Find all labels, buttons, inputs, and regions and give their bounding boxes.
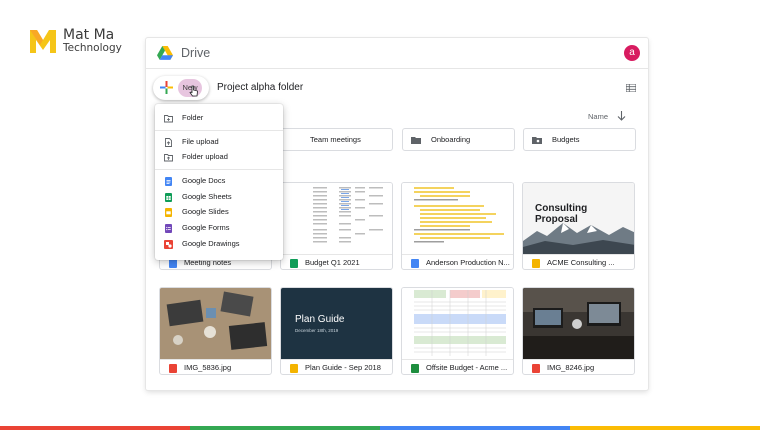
- file-card-footer: Plan Guide - Sep 2018: [281, 359, 392, 374]
- forms-icon: [165, 224, 172, 233]
- folder-budgets[interactable]: Budgets: [523, 128, 636, 151]
- menu-item-label: Google Slides: [182, 207, 229, 216]
- new-folder-icon: [164, 115, 173, 123]
- list-view-icon[interactable]: [626, 84, 636, 92]
- menu-divider: [155, 169, 283, 170]
- sheets-icon: [290, 259, 298, 268]
- bottom-color-strip: [0, 426, 760, 430]
- image-icon: [532, 364, 540, 373]
- file-card-footer: ACME Consulting ...: [523, 254, 634, 269]
- drive-top-bar: Drive a: [146, 38, 648, 69]
- photo-thumbnail: [160, 288, 271, 359]
- file-upload-icon: [165, 138, 172, 147]
- file-name: Offsite Budget - Acme ...: [426, 363, 508, 372]
- file-name: ACME Consulting ...: [547, 258, 615, 267]
- menu-item-label: Google Drawings: [182, 239, 240, 248]
- new-button[interactable]: New: [153, 76, 209, 100]
- file-name: Anderson Production N...: [426, 258, 510, 267]
- brand-subtitle: Technology: [63, 41, 122, 54]
- menu-divider: [155, 130, 283, 131]
- file-card-footer: IMG_8246.jpg: [523, 359, 634, 374]
- sort-by-name[interactable]: Name: [588, 112, 608, 121]
- menu-item-label: Folder upload: [182, 152, 228, 161]
- drive-logo-icon: [157, 46, 173, 60]
- spreadsheet-thumbnail: [281, 183, 392, 254]
- file-card-footer: Offsite Budget - Acme ...: [402, 359, 513, 374]
- menu-item-label: File upload: [182, 137, 219, 146]
- docs-icon: [165, 177, 172, 186]
- presentation-thumbnail: Plan Guide December 18th, 2019: [281, 288, 392, 359]
- docs-icon: [411, 259, 419, 268]
- account-avatar[interactable]: a: [624, 45, 640, 61]
- menu-item-google-drawings[interactable]: Google Drawings: [155, 237, 283, 252]
- file-card-plan-guide[interactable]: Plan Guide December 18th, 2019 Plan Guid…: [280, 287, 393, 375]
- file-name: Budget Q1 2021: [305, 258, 360, 267]
- folder-icon: [411, 137, 421, 144]
- folder-upload-icon: [164, 154, 173, 162]
- menu-item-label: Google Sheets: [182, 192, 232, 201]
- folder-label: Onboarding: [431, 135, 471, 144]
- brand-text: Mat Ma Technology: [63, 26, 122, 55]
- image-icon: [169, 364, 177, 373]
- folder-onboarding[interactable]: Onboarding: [402, 128, 515, 151]
- menu-item-label: Google Docs: [182, 176, 226, 185]
- current-folder-title: Project alpha folder: [217, 82, 304, 93]
- arrow-down-icon[interactable]: [617, 111, 626, 121]
- menu-item-label: Folder: [182, 113, 204, 122]
- folder-label: Team meetings: [310, 135, 361, 144]
- excel-icon: [411, 364, 419, 373]
- file-card-offsite-budget[interactable]: Offsite Budget - Acme ...: [401, 287, 514, 375]
- brand: Mat Ma Technology: [28, 26, 122, 56]
- menu-item-folder-upload[interactable]: Folder upload: [155, 150, 283, 165]
- file-name: IMG_8246.jpg: [547, 363, 595, 372]
- file-card-acme-consulting[interactable]: Consulting Proposal ACME Consulting ...: [522, 182, 635, 270]
- menu-item-google-forms[interactable]: Google Forms: [155, 221, 283, 236]
- plus-icon: [160, 81, 173, 94]
- hand-cursor-icon: [189, 85, 198, 97]
- file-card-img-8246[interactable]: IMG_8246.jpg: [522, 287, 635, 375]
- menu-item-google-sheets[interactable]: Google Sheets: [155, 190, 283, 205]
- photo-thumbnail: [523, 288, 634, 359]
- plan-guide-date: December 18th, 2019: [295, 328, 339, 333]
- spreadsheet-thumbnail: [402, 288, 513, 359]
- slides-icon: [290, 364, 298, 373]
- brand-name: Mat Ma: [63, 26, 115, 43]
- menu-item-google-docs[interactable]: Google Docs: [155, 174, 283, 189]
- plan-guide-title: Plan Guide: [295, 314, 345, 325]
- drive-title: Drive: [181, 46, 211, 60]
- new-dropdown-menu: Folder File upload Folder upload Google …: [155, 104, 283, 260]
- file-card-anderson-production[interactable]: Anderson Production N...: [401, 182, 514, 270]
- folder-team-meetings[interactable]: Team meetings: [281, 128, 393, 151]
- file-card-budget-q1[interactable]: Budget Q1 2021: [280, 182, 393, 270]
- mat-ma-logo-icon: [30, 30, 56, 53]
- menu-item-folder[interactable]: Folder: [155, 111, 283, 126]
- file-card-img-5836[interactable]: IMG_5836.jpg: [159, 287, 272, 375]
- shared-folder-icon: [532, 137, 542, 144]
- file-card-footer: Anderson Production N...: [402, 254, 513, 269]
- stage: Mat Ma Technology Drive a New Project al…: [0, 0, 760, 430]
- drawings-icon: [164, 240, 173, 249]
- document-thumbnail: [402, 183, 513, 254]
- slides-icon: [165, 208, 172, 217]
- slides-icon: [532, 259, 540, 268]
- file-name: Plan Guide - Sep 2018: [305, 363, 381, 372]
- presentation-thumbnail: Consulting Proposal: [523, 183, 634, 254]
- menu-item-file-upload[interactable]: File upload: [155, 135, 283, 150]
- folder-label: Budgets: [552, 135, 580, 144]
- file-card-footer: Budget Q1 2021: [281, 254, 392, 269]
- file-card-footer: IMG_5836.jpg: [160, 359, 271, 374]
- docs-icon: [169, 259, 177, 268]
- menu-item-google-slides[interactable]: Google Slides: [155, 205, 283, 220]
- menu-item-label: Google Forms: [182, 223, 230, 232]
- sheets-icon: [165, 193, 172, 202]
- file-name: IMG_5836.jpg: [184, 363, 232, 372]
